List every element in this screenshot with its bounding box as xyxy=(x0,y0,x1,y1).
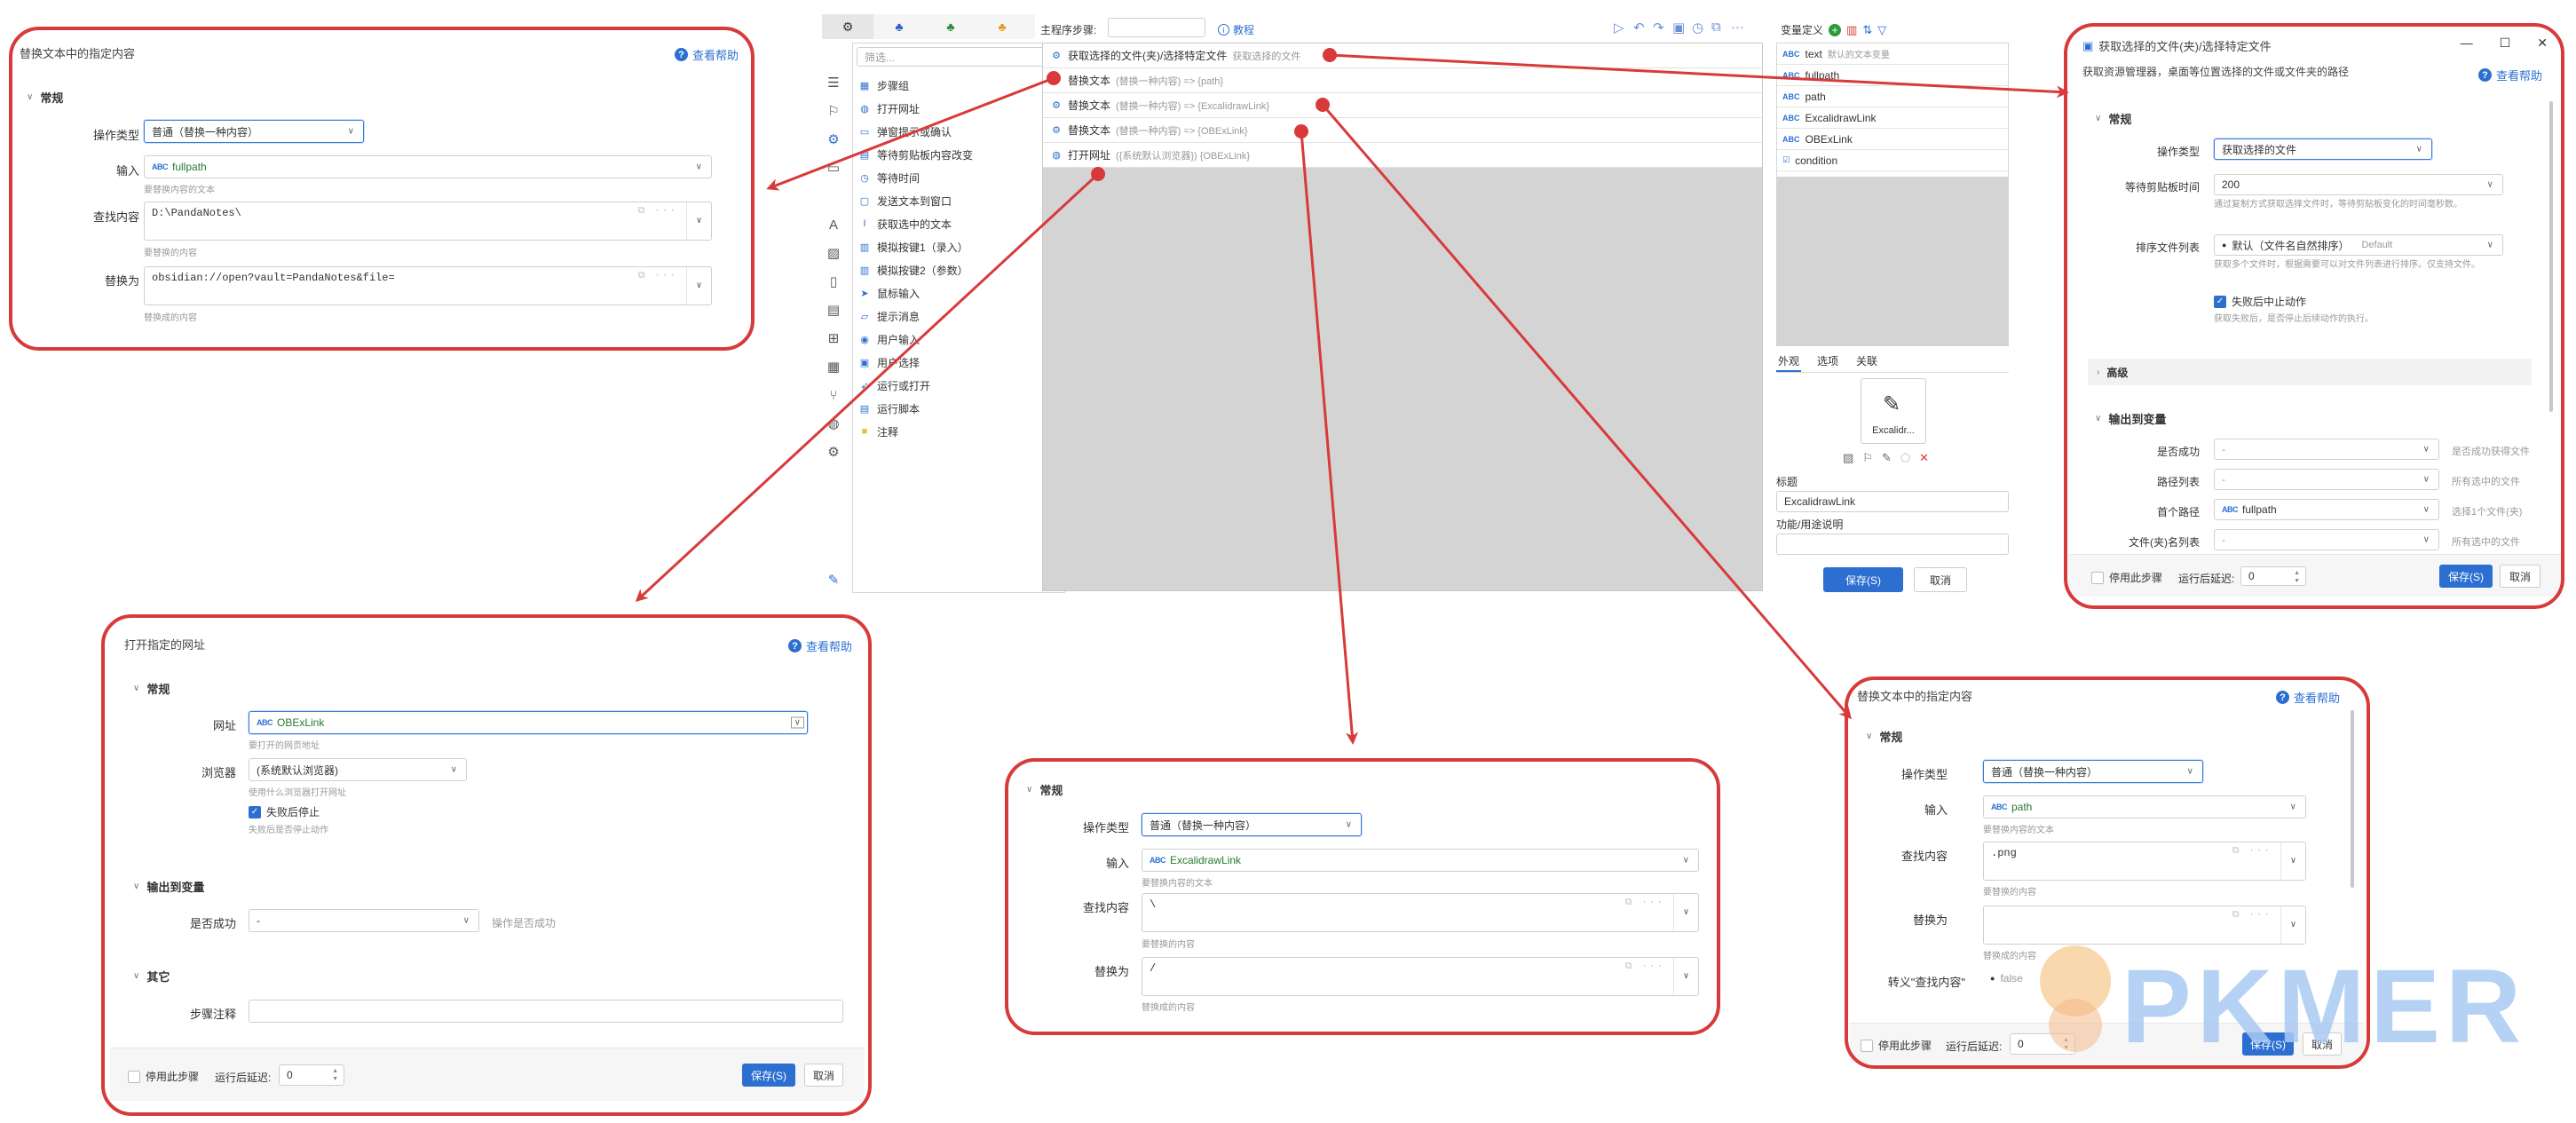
arrow-lines xyxy=(635,53,2069,745)
arrow-dots xyxy=(1047,48,1337,181)
connector-arrows xyxy=(635,48,2069,745)
